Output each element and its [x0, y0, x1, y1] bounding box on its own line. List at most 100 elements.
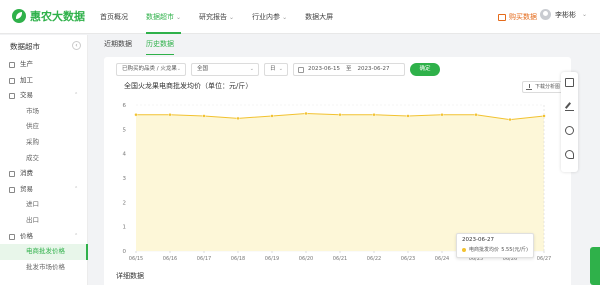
production-icon: [9, 62, 15, 68]
sidebar-item-processing[interactable]: 加工: [0, 73, 88, 89]
logo[interactable]: 惠农大数据: [12, 8, 85, 24]
sidebar-item-export[interactable]: 出口: [0, 213, 88, 229]
cart-icon: [498, 13, 506, 21]
main-content: 近期数据 历史数据 已购买的品类 / 火龙果 ⌄ 全国 ⌄ 日 ⌄ 2023-06-1…: [96, 35, 574, 285]
x-tick-label: 06/19: [265, 256, 279, 262]
tooltip-value: 5.55(元/斤): [501, 247, 528, 253]
chevron-down-icon: ⌄: [176, 65, 181, 72]
y-tick-label: 5: [123, 127, 127, 133]
side-tab-handle[interactable]: [590, 247, 600, 285]
data-point: [474, 113, 478, 117]
x-tick-label: 06/21: [333, 256, 347, 262]
data-point: [542, 114, 546, 118]
tooltip-date: 2023-06-27: [462, 237, 494, 243]
avatar: [540, 9, 551, 20]
collapse-sidebar-button[interactable]: ‹: [72, 41, 81, 50]
download-chart-button[interactable]: 下载分析图: [522, 81, 566, 93]
floating-toolbar: [561, 72, 578, 172]
x-tick-label: 06/23: [401, 256, 415, 262]
chevron-up-icon: ⌃: [74, 92, 79, 99]
data-point: [134, 113, 138, 117]
x-tick-label: 06/18: [231, 256, 245, 262]
data-point: [372, 113, 376, 117]
data-point: [508, 117, 512, 122]
data-tabs: 近期数据 历史数据: [104, 39, 174, 55]
sidebar-item-market[interactable]: 市场: [0, 104, 88, 120]
y-tick-label: 6: [123, 103, 127, 109]
nav-item-home[interactable]: 首页概况: [100, 0, 128, 34]
user-name: 李彬彬: [555, 10, 576, 19]
sidebar-item-import[interactable]: 进口: [0, 197, 88, 213]
filter-bar: 已购买的品类 / 火龙果 ⌄ 全国 ⌄ 日 ⌄ 2023-06-15 至 2023-0…: [116, 62, 440, 76]
data-point: [406, 114, 410, 118]
chart-title: 全国火龙果电商批发均价（单位：元/斤）: [124, 82, 253, 90]
date-end: 2023-06-27: [357, 65, 390, 72]
nav-item-data-market[interactable]: 数据超市 ⌄: [146, 0, 182, 34]
chevron-down-icon: ⌄: [582, 11, 588, 18]
app-root: 惠农大数据 首页概况 数据超市 ⌄ 研究报告 ⌄ 行业内参 ⌄ 数据大屏 购买数据 李…: [0, 0, 600, 285]
confirm-button[interactable]: 确定: [410, 62, 440, 76]
sidebar-item-consumption[interactable]: 消费: [0, 166, 88, 182]
chevron-down-icon: ⌄: [282, 14, 288, 21]
calculator-icon[interactable]: [565, 78, 574, 87]
chart-tooltip: 2023-06-27 电商批发均价 5.55(元/斤): [456, 233, 534, 258]
y-tick-label: 4: [123, 152, 127, 158]
sidebar-item-trade[interactable]: 交易 ⌃: [0, 88, 88, 104]
x-tick-label: 06/20: [299, 256, 313, 262]
series-dot-icon: [462, 247, 466, 252]
region-select[interactable]: 全国 ⌄: [191, 62, 259, 76]
tab-recent-data[interactable]: 近期数据: [104, 39, 132, 53]
chevron-up-icon: ⌃: [74, 185, 79, 192]
consumption-icon: [9, 171, 15, 178]
sidebar: 数据超市 ‹ 生产 加工 交易 ⌃ 市场 供应 采购 成交 消费 贸易 ⌃ 进口 出…: [0, 35, 88, 285]
chevron-down-icon: ⌄: [278, 65, 283, 72]
tab-history-data[interactable]: 历史数据: [146, 39, 174, 55]
buy-data-label: 购买数据: [509, 13, 537, 21]
x-tick-label: 06/22: [367, 256, 381, 262]
tooltip-row: 电商批发均价 5.55(元/斤): [462, 246, 528, 253]
data-point: [168, 113, 172, 117]
leaf-logo-icon: [12, 9, 26, 23]
y-tick-label: 1: [123, 225, 127, 231]
date-separator: 至: [345, 65, 352, 72]
buy-data-button[interactable]: 购买数据: [498, 12, 537, 22]
sidebar-item-supply[interactable]: 供应: [0, 119, 88, 135]
sidebar-item-production[interactable]: 生产: [0, 57, 88, 73]
download-label: 下载分析图: [535, 84, 561, 90]
data-point: [270, 114, 274, 118]
detail-title: 详细数据: [116, 272, 144, 280]
sidebar-item-wholesale-price[interactable]: 批发市场价格: [0, 260, 88, 276]
phone-icon[interactable]: [565, 150, 574, 159]
sidebar-list: 生产 加工 交易 ⌃ 市场 供应 采购 成交 消费 贸易 ⌃ 进口 出口 价格 ⌃ 电…: [0, 57, 88, 275]
y-tick-label: 3: [123, 176, 127, 182]
edit-icon[interactable]: [565, 102, 574, 111]
calendar-icon: [298, 66, 304, 73]
price-tag-icon: [9, 233, 15, 240]
x-tick-label: 06/24: [435, 256, 449, 262]
data-point: [236, 116, 240, 121]
tooltip-series: 电商批发均价: [469, 247, 500, 253]
product-select[interactable]: 已购买的品类 / 火龙果 ⌄: [116, 62, 186, 76]
chevron-down-icon: ⌄: [249, 65, 254, 72]
main-nav: 首页概况 数据超市 ⌄ 研究报告 ⌄ 行业内参 ⌄ 数据大屏: [100, 0, 351, 34]
sidebar-item-price[interactable]: 价格 ⌃: [0, 229, 88, 245]
y-tick-label: 0: [123, 249, 127, 255]
x-tick-label: 06/16: [163, 256, 177, 262]
sidebar-item-foreign-trade[interactable]: 贸易 ⌃: [0, 182, 88, 198]
chart-panel: 已购买的品类 / 火龙果 ⌄ 全国 ⌄ 日 ⌄ 2023-06-15 至 2023-0…: [104, 57, 571, 285]
sidebar-item-ecommerce-price[interactable]: 电商批发价格: [0, 244, 88, 260]
logo-text: 惠农大数据: [30, 10, 85, 23]
sidebar-item-deal[interactable]: 成交: [0, 151, 88, 167]
date-range-picker[interactable]: 2023-06-15 至 2023-06-27: [293, 62, 405, 76]
sidebar-item-purchase[interactable]: 采购: [0, 135, 88, 151]
nav-item-research[interactable]: 研究报告 ⌄: [199, 0, 234, 34]
headset-icon[interactable]: [565, 126, 574, 135]
chevron-down-icon: ⌄: [176, 14, 182, 21]
data-point: [304, 111, 308, 116]
nav-item-industry[interactable]: 行业内参 ⌄: [252, 0, 287, 34]
granularity-select[interactable]: 日 ⌄: [264, 62, 288, 76]
y-tick-label: 2: [123, 200, 127, 206]
nav-item-dashboard[interactable]: 数据大屏: [305, 0, 333, 34]
x-tick-label: 06/15: [129, 256, 143, 262]
user-menu[interactable]: 李彬彬 ⌄: [540, 9, 587, 20]
